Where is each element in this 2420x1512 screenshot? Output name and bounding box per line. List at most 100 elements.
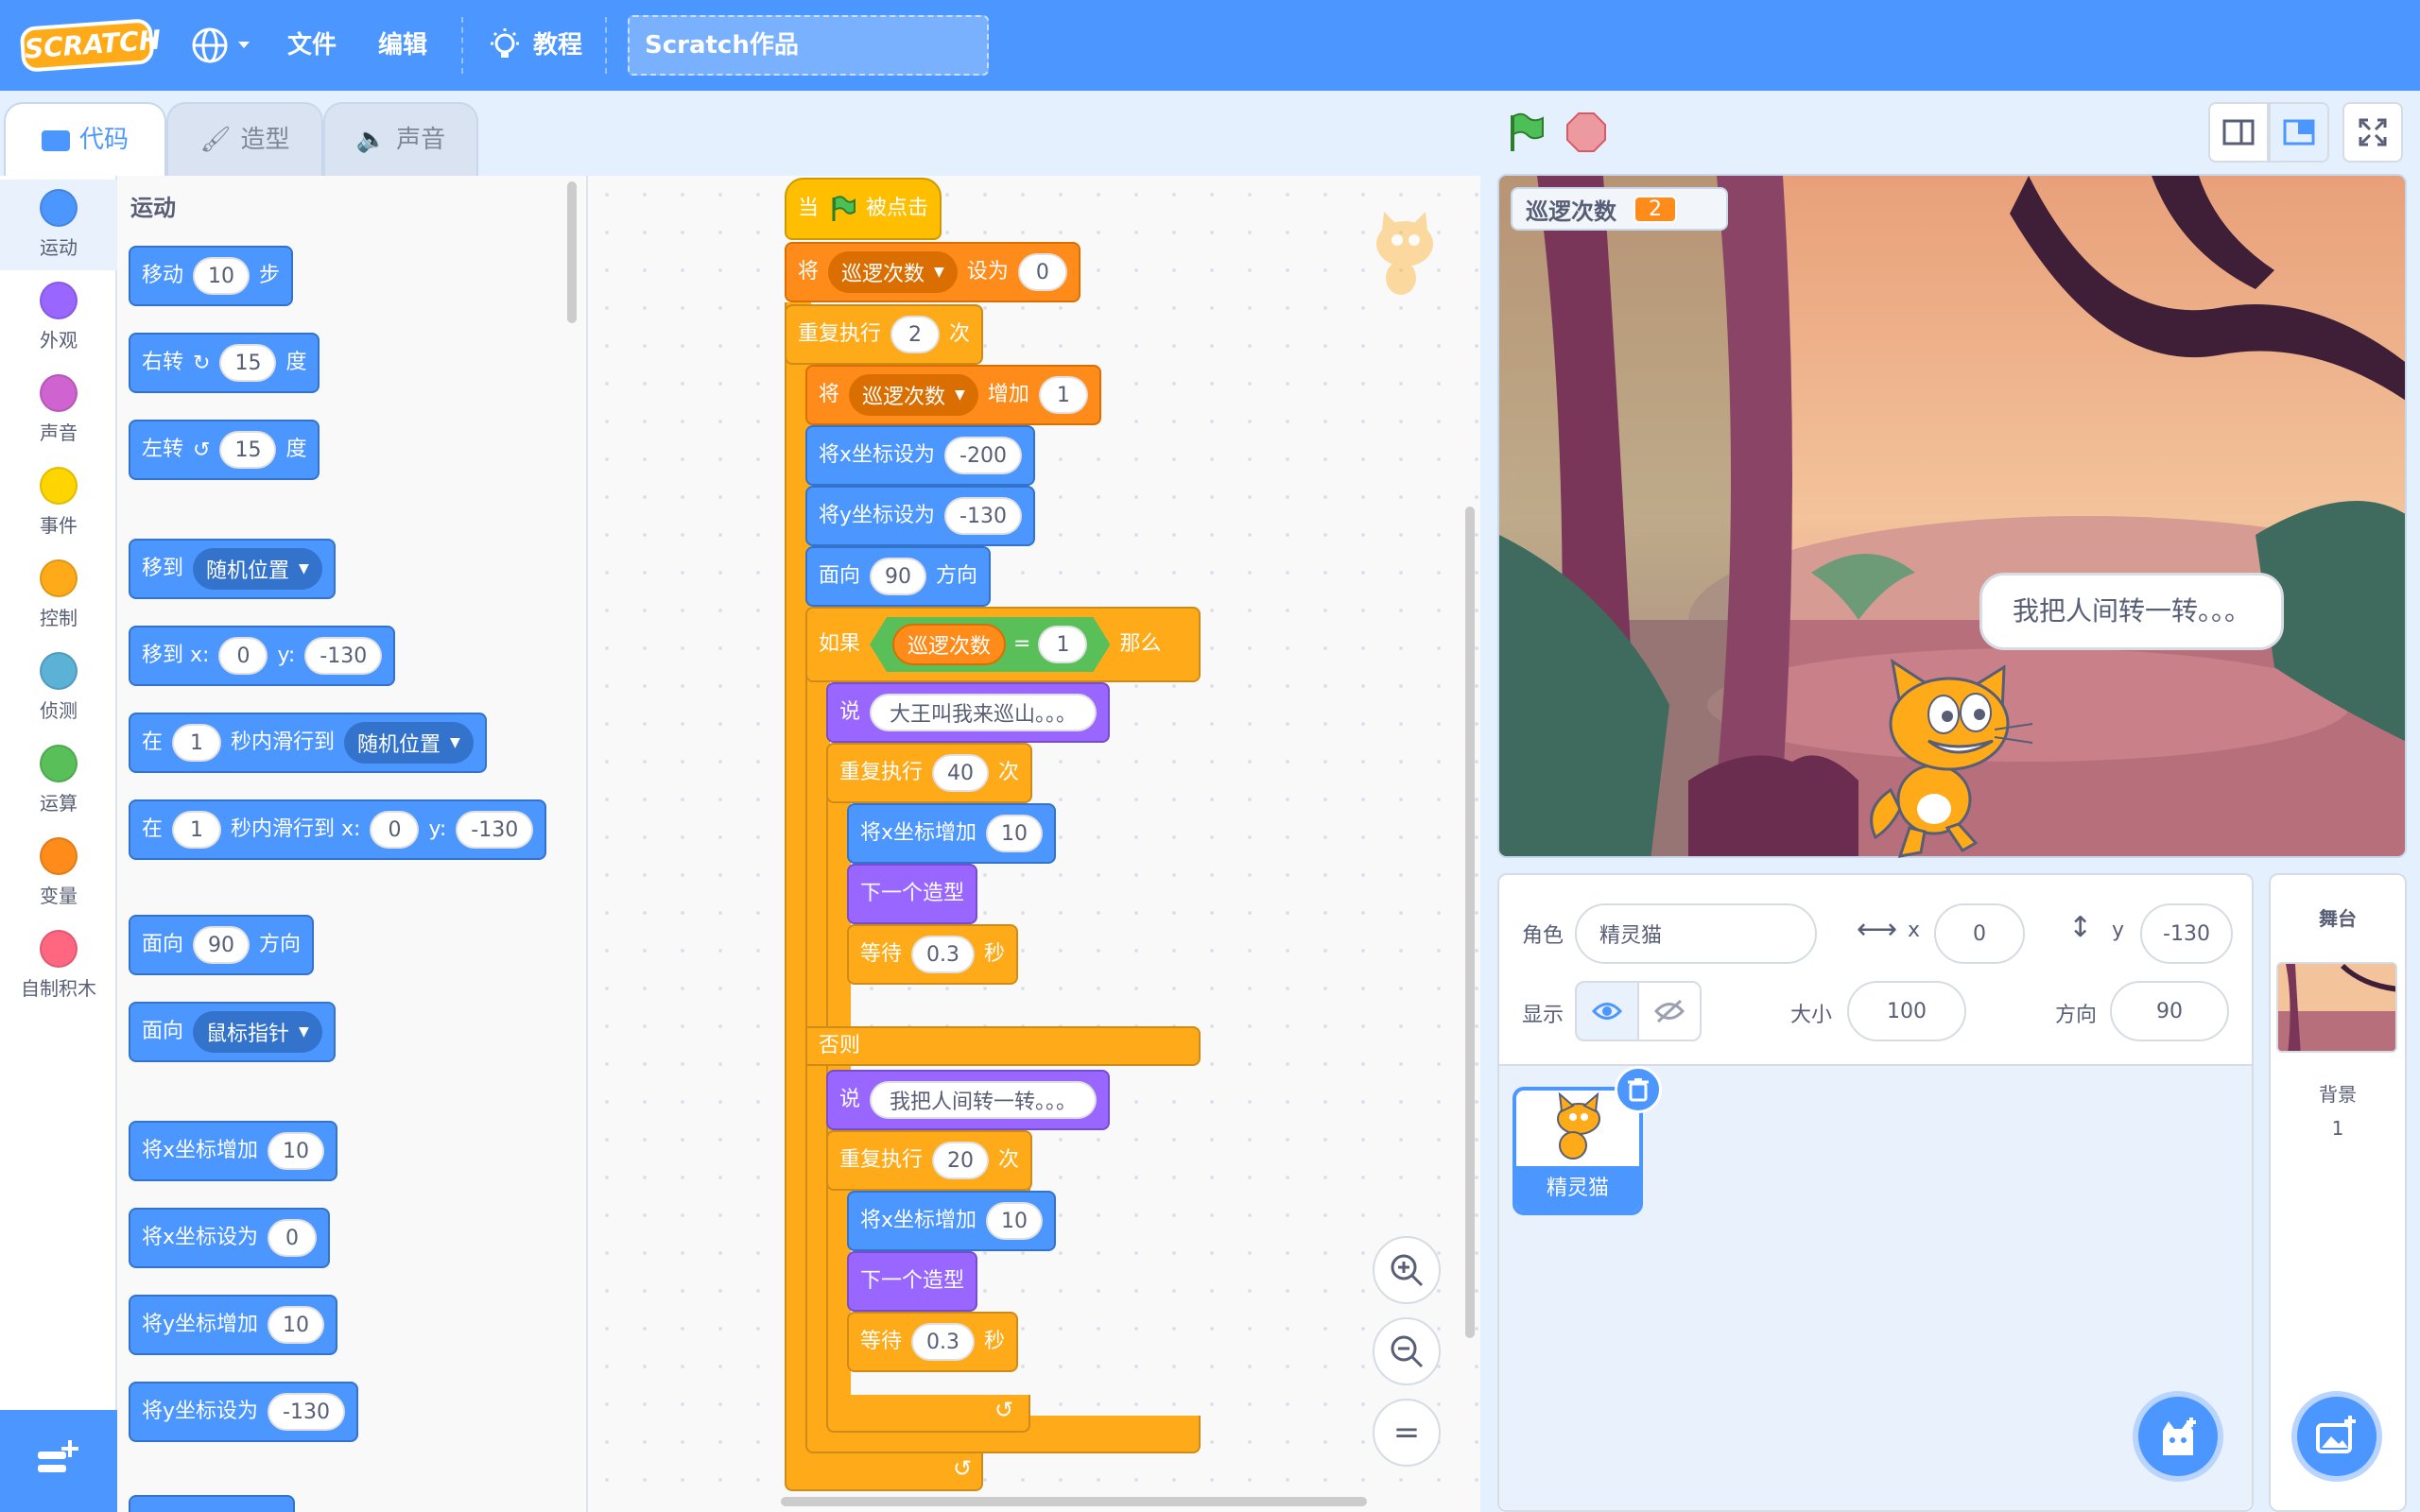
category-motion[interactable]: 运动 (0, 180, 117, 270)
category-sound[interactable]: 声音 (0, 365, 117, 455)
point-direction-block[interactable]: 面向 90 方向 (805, 546, 992, 607)
towards-dropdown[interactable]: 鼠标指针 ▼ (193, 1011, 322, 1053)
category-sensing[interactable]: 侦测 (0, 643, 117, 733)
direction-input[interactable]: 90 (2110, 981, 2229, 1041)
condition-equals[interactable]: 巡逻次数 = 1 (870, 617, 1110, 672)
category-control[interactable]: 控制 (0, 550, 117, 641)
y-input[interactable]: -130 (944, 497, 1022, 535)
dx-input[interactable]: 10 (986, 815, 1044, 852)
change-variable-block[interactable]: 将巡逻次数 ▼ 增加 1 (805, 365, 1101, 425)
degrees-input[interactable]: 15 (219, 431, 277, 469)
glide-target-dropdown[interactable]: 随机位置 ▼ (344, 722, 474, 764)
size-input[interactable]: 100 (1847, 981, 1966, 1041)
message-input[interactable]: 大王叫我来巡山。。。 (870, 694, 1098, 731)
block-glide-xy[interactable]: 在 1 秒内滑行到 x: 0 y: -130 (129, 799, 547, 860)
project-title-input[interactable]: Scratch作品 (628, 15, 989, 76)
value-input[interactable]: 0 (1017, 253, 1067, 291)
value-input[interactable]: 1 (1038, 376, 1088, 414)
block-set-y[interactable]: 将y坐标设为 -130 (129, 1382, 358, 1442)
delete-sprite-button[interactable] (1615, 1066, 1662, 1113)
block-point-direction[interactable]: 面向 90 方向 (129, 915, 315, 975)
zoom-in-button[interactable] (1373, 1236, 1441, 1304)
workspace-horizontal-scrollbar[interactable] (781, 1497, 1367, 1506)
x-input[interactable]: 0 (218, 637, 268, 675)
zoom-reset-button[interactable]: = (1373, 1399, 1441, 1467)
tab-costumes[interactable]: 🖌 造型 (166, 102, 323, 176)
show-hidden-button[interactable] (1637, 981, 1702, 1041)
variable-reporter[interactable]: 巡逻次数 (892, 624, 1006, 665)
change-x-block-2[interactable]: 将x坐标增加 10 (847, 1191, 1057, 1251)
block-set-x[interactable]: 将x坐标设为 0 (129, 1208, 331, 1268)
change-x-block-1[interactable]: 将x坐标增加 10 (847, 803, 1057, 864)
hat-green-flag-clicked[interactable]: 当 被点击 (785, 178, 942, 240)
dy-input[interactable]: 10 (268, 1306, 325, 1344)
set-variable-block[interactable]: 将巡逻次数 ▼ 设为 0 (785, 242, 1080, 302)
cat-sprite-on-stage[interactable] (1862, 658, 2040, 858)
add-extension-button[interactable] (0, 1410, 117, 1512)
next-costume-block-2[interactable]: 下一个造型 (847, 1251, 978, 1312)
block-turn-right[interactable]: 右转 ↻ 15 度 (129, 333, 320, 393)
small-stage-button[interactable] (2208, 102, 2269, 163)
fullscreen-button[interactable] (2342, 102, 2403, 163)
repeat-block-1[interactable]: 重复执行 40 次 (826, 743, 1033, 803)
block-goto-xy[interactable]: 移到 x: 0 y: -130 (129, 626, 396, 686)
say-block-1[interactable]: 说大王叫我来巡山。。。 (826, 682, 1111, 743)
zoom-out-button[interactable] (1373, 1317, 1441, 1385)
steps-input[interactable]: 10 (193, 257, 251, 295)
block-turn-left[interactable]: 左转 ↺ 15 度 (129, 420, 320, 480)
next-costume-block-1[interactable]: 下一个造型 (847, 864, 978, 924)
seconds-input[interactable]: 1 (172, 724, 222, 762)
category-my-blocks[interactable]: 自制积木 (0, 920, 117, 1011)
y-position-input[interactable]: -130 (2140, 903, 2233, 964)
tab-code[interactable]: 代码 (4, 102, 166, 176)
dx-input[interactable]: 10 (986, 1202, 1044, 1240)
tutorials-bulb-icon[interactable] (486, 26, 524, 64)
variable-dropdown[interactable]: 巡逻次数 ▼ (849, 374, 978, 416)
degrees-input[interactable]: 15 (219, 344, 277, 382)
green-flag-button[interactable] (1505, 112, 1547, 153)
repeat-outer-block[interactable]: 重复执行 2 次 (785, 304, 984, 365)
show-visible-button[interactable] (1575, 981, 1639, 1041)
block-partial[interactable] (129, 1495, 295, 1512)
seconds-input[interactable]: 0.3 (911, 1323, 976, 1361)
times-input[interactable]: 20 (932, 1142, 990, 1179)
set-y-block[interactable]: 将y坐标设为 -130 (805, 486, 1035, 546)
block-point-towards[interactable]: 面向 鼠标指针 ▼ (129, 1002, 336, 1062)
block-change-y[interactable]: 将y坐标增加 10 (129, 1295, 338, 1355)
times-input[interactable]: 2 (890, 316, 941, 353)
category-events[interactable]: 事件 (0, 457, 117, 548)
y-input[interactable]: -130 (456, 811, 534, 849)
x-input[interactable]: 0 (268, 1219, 318, 1257)
goto-target-dropdown[interactable]: 随机位置 ▼ (193, 548, 322, 590)
tab-sounds[interactable]: 🔈 声音 (323, 102, 478, 176)
language-globe-icon[interactable] (191, 26, 255, 64)
workspace-vertical-scrollbar[interactable] (1465, 507, 1475, 1338)
dx-input[interactable]: 10 (268, 1132, 325, 1170)
block-change-x[interactable]: 将x坐标增加 10 (129, 1121, 338, 1181)
x-input[interactable]: 0 (370, 811, 420, 849)
block-glide-to[interactable]: 在 1 秒内滑行到 随机位置 ▼ (129, 713, 487, 773)
large-stage-button[interactable] (2269, 102, 2329, 163)
wait-block-1[interactable]: 等待 0.3 秒 (847, 924, 1019, 985)
variable-monitor[interactable]: 巡逻次数 2 (1511, 187, 1728, 231)
scratch-logo[interactable]: SCRATCH (19, 18, 162, 73)
sprite-name-input[interactable]: 精灵猫 (1575, 903, 1817, 964)
variable-dropdown[interactable]: 巡逻次数 ▼ (828, 251, 958, 293)
compare-value-input[interactable]: 1 (1038, 626, 1087, 663)
direction-input[interactable]: 90 (870, 558, 927, 595)
say-block-2[interactable]: 说我把人间转一转。。。 (826, 1070, 1111, 1130)
seconds-input[interactable]: 1 (172, 811, 222, 849)
menu-tutorials[interactable]: 教程 (533, 0, 582, 91)
message-input[interactable]: 我把人间转一转。。。 (870, 1081, 1098, 1119)
block-move-steps[interactable]: 移动 10 步 (129, 246, 294, 306)
script-workspace[interactable]: ↺ ↺ ↺ 当 被点击 将巡逻次数▼设为0 重复执行2次 将巡逻次数▼增加1 将… (588, 176, 1480, 1512)
repeat-block-2[interactable]: 重复执行 20 次 (826, 1130, 1033, 1191)
set-x-block[interactable]: 将x坐标设为 -200 (805, 425, 1035, 486)
seconds-input[interactable]: 0.3 (911, 936, 976, 973)
y-input[interactable]: -130 (268, 1393, 345, 1431)
times-input[interactable]: 40 (932, 754, 990, 792)
choose-backdrop-button[interactable] (2291, 1391, 2382, 1482)
menu-edit[interactable]: 编辑 (378, 0, 427, 91)
category-operators[interactable]: 运算 (0, 735, 117, 826)
x-input[interactable]: -200 (944, 437, 1022, 474)
